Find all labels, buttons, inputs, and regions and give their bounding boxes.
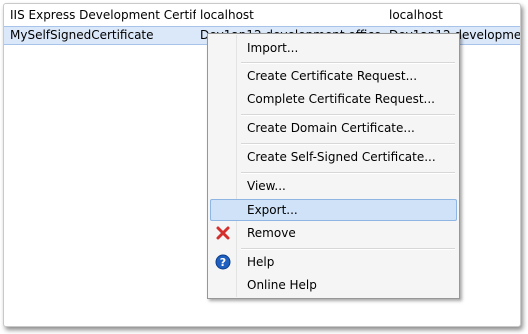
menu-item-online-help[interactable]: Online Help	[210, 274, 457, 296]
menu-item-label: View...	[247, 179, 286, 193]
menu-item-label: Create Self-Signed Certificate...	[247, 150, 436, 164]
certificate-name: IIS Express Development Certifi...	[10, 8, 196, 22]
certificate-row[interactable]: IIS Express Development Certifi... local…	[4, 6, 520, 24]
certificate-issued-by: localhost	[389, 8, 443, 22]
menu-item-label: Complete Certificate Request...	[247, 92, 435, 106]
menu-item-create-domain-certificate[interactable]: Create Domain Certificate...	[210, 117, 457, 139]
menu-item-label: Remove	[247, 226, 296, 240]
certificate-issued-to: localhost	[200, 8, 254, 22]
menu-item-label: Export...	[247, 203, 298, 217]
menu-item-label: Create Domain Certificate...	[247, 121, 415, 135]
menu-item-import[interactable]: Import...	[210, 37, 457, 59]
menu-item-label: Import...	[247, 41, 299, 55]
menu-item-label: Online Help	[247, 278, 317, 292]
menu-separator	[241, 172, 455, 174]
svg-text:?: ?	[220, 256, 226, 269]
menu-item-help[interactable]: ? Help	[210, 251, 457, 273]
menu-item-create-certificate-request[interactable]: Create Certificate Request...	[210, 65, 457, 87]
certificate-name: MySelfSignedCertificate	[10, 28, 154, 42]
menu-item-label: Help	[247, 255, 275, 269]
menu-item-remove[interactable]: Remove	[210, 222, 457, 244]
menu-item-export[interactable]: Export...	[210, 199, 457, 221]
menu-separator	[241, 114, 455, 116]
menu-separator	[241, 62, 455, 64]
menu-item-view[interactable]: View...	[210, 175, 457, 197]
help-icon: ?	[215, 254, 231, 270]
menu-item-label: Create Certificate Request...	[247, 69, 418, 83]
menu-item-complete-certificate-request[interactable]: Complete Certificate Request...	[210, 88, 457, 110]
context-menu: Import... Create Certificate Request... …	[207, 33, 460, 299]
red-x-icon	[215, 225, 231, 241]
menu-separator	[241, 143, 455, 145]
menu-separator	[241, 248, 455, 250]
menu-item-create-self-signed-certificate[interactable]: Create Self-Signed Certificate...	[210, 146, 457, 168]
